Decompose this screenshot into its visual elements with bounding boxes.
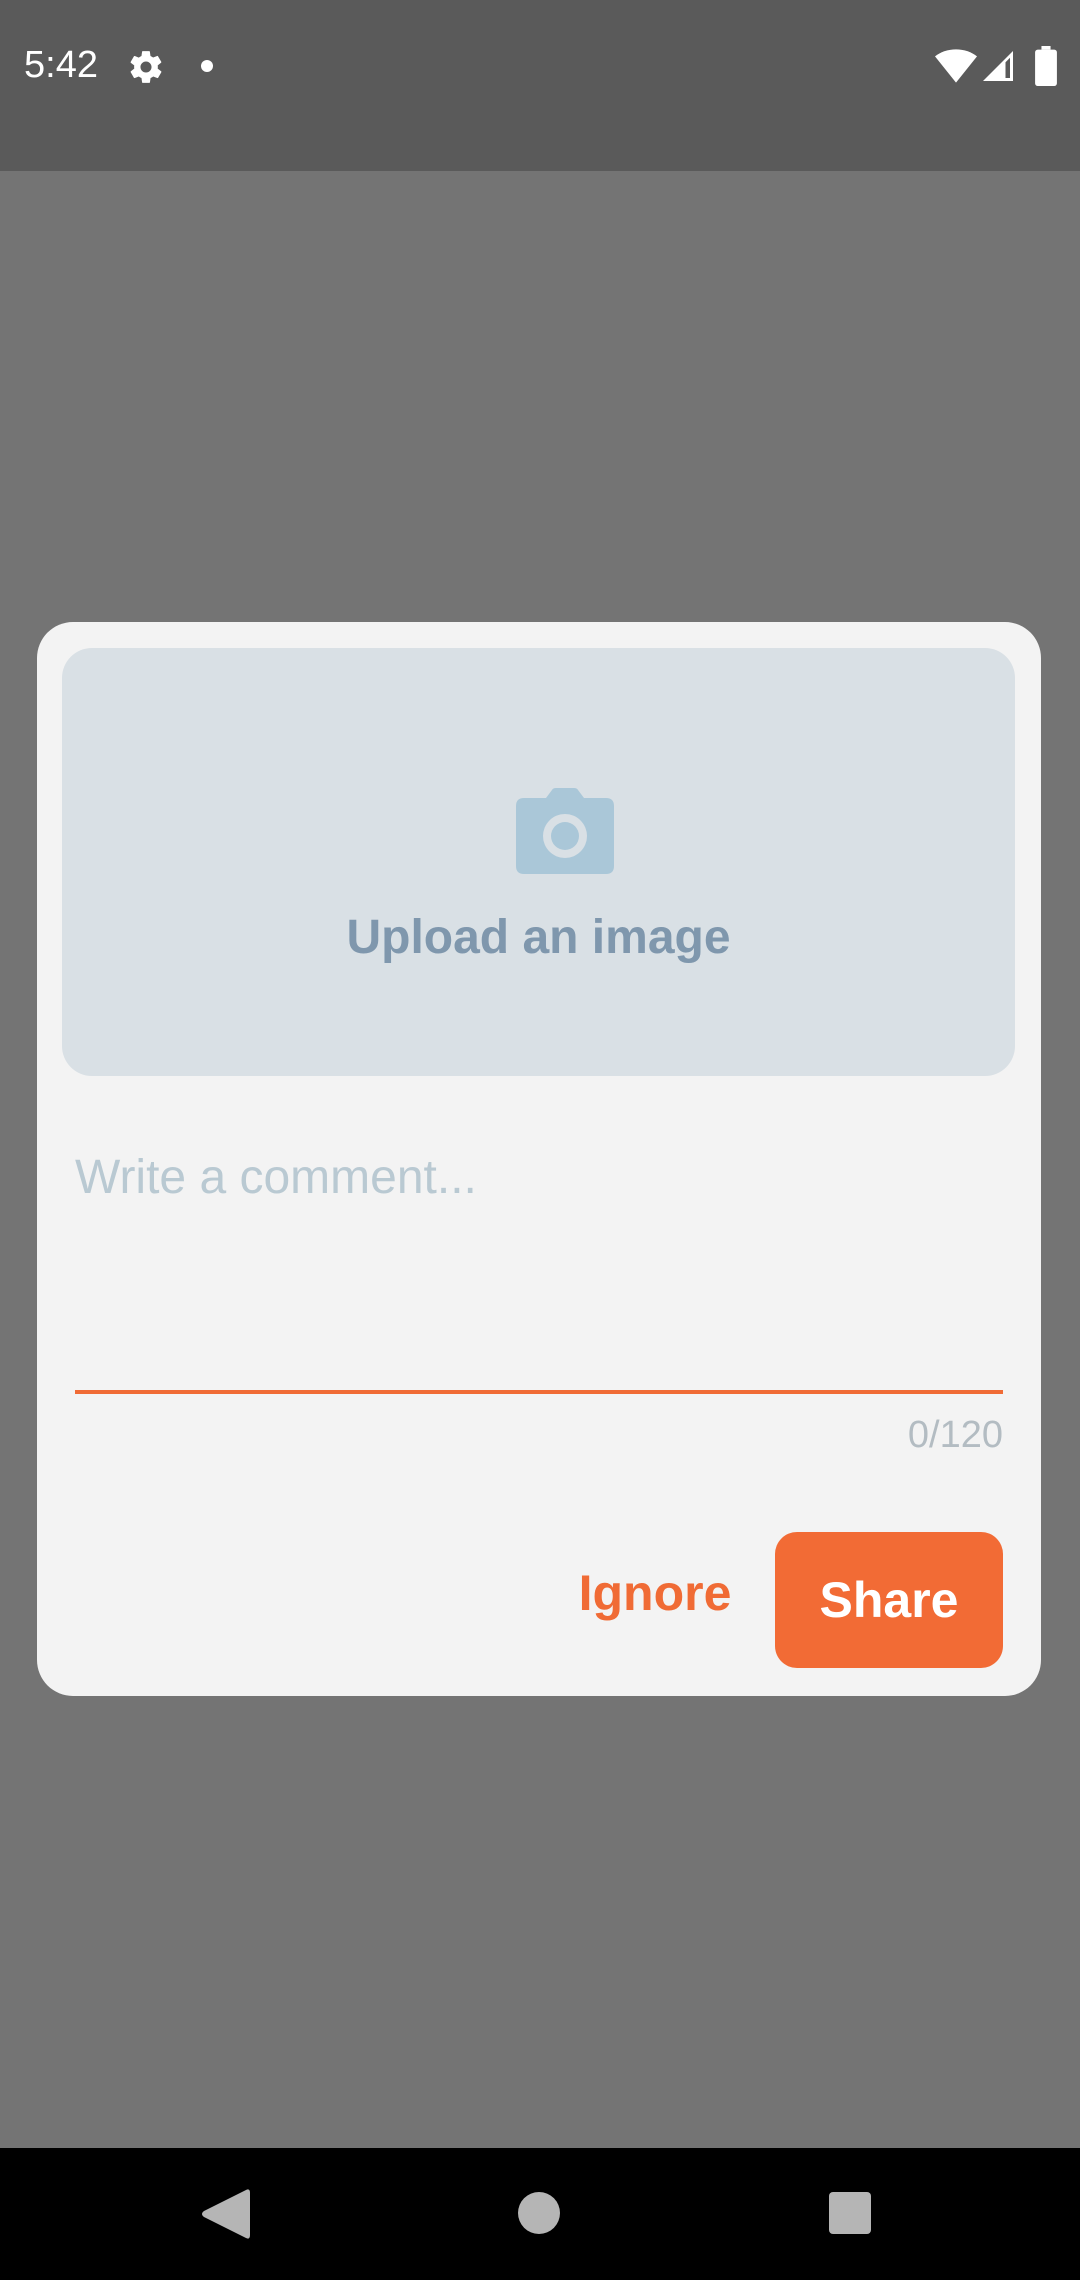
ignore-button[interactable]: Ignore xyxy=(550,1532,760,1652)
upload-image-area[interactable]: Upload an image xyxy=(62,648,1015,1076)
gear-icon xyxy=(130,51,162,83)
character-counter: 0/120 xyxy=(907,1414,1003,1456)
share-button[interactable]: Share xyxy=(775,1532,1003,1668)
recents-icon[interactable] xyxy=(829,2192,871,2234)
status-time: 5:42 xyxy=(24,44,98,86)
back-icon[interactable] xyxy=(200,2188,250,2240)
status-bar: 5:42 xyxy=(0,0,1080,171)
battery-icon xyxy=(1035,46,1057,86)
camera-icon xyxy=(516,788,614,874)
home-icon[interactable] xyxy=(518,2192,560,2234)
wifi-icon xyxy=(935,49,977,83)
notification-dot-icon xyxy=(201,60,213,72)
share-dialog: Upload an image 0/120 Ignore Share xyxy=(37,622,1041,1696)
comment-input[interactable] xyxy=(75,1150,1003,1394)
signal-icon xyxy=(983,51,1013,81)
upload-label: Upload an image xyxy=(346,911,731,964)
navigation-bar xyxy=(0,2148,1080,2280)
